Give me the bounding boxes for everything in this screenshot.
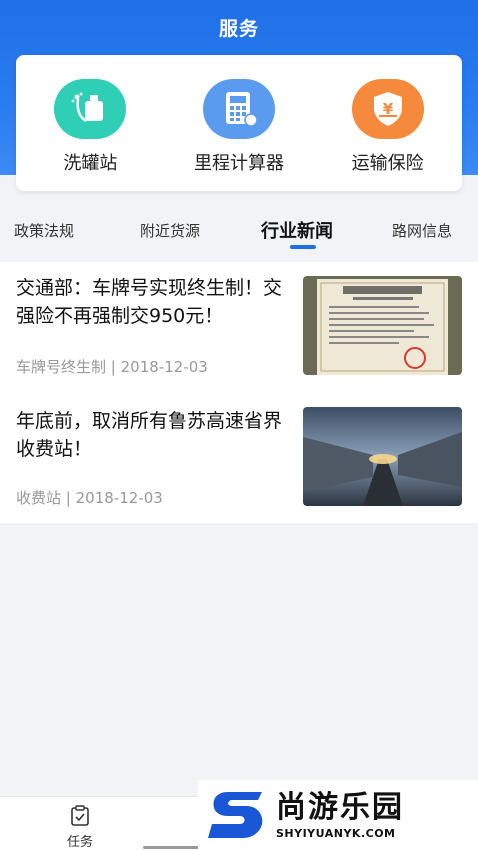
services-card: 洗罐站 里程计算器 ¥ 运输保险: [16, 55, 462, 191]
news-tabs: 政策法规 附近货源 行业新闻 路网信息: [0, 208, 478, 256]
service-label: 洗罐站: [63, 153, 118, 174]
nav-task-label: 任务: [66, 835, 93, 850]
task-clipboard-icon: [71, 805, 89, 826]
news-date: 2018-12-03: [75, 489, 163, 507]
news-date: 2018-12-03: [120, 358, 208, 376]
news-thumbnail-certificate: [303, 276, 462, 375]
news-tag: 车牌号终生制: [16, 358, 107, 376]
tab-policy[interactable]: 政策法规: [14, 220, 74, 241]
watermark-s-logo: [208, 792, 263, 838]
watermark: 尚游乐园 SHYIYUANYK.COM: [198, 780, 478, 850]
active-tab-indicator: [290, 245, 316, 249]
news-item[interactable]: 年底前，取消所有鲁苏高速省界收费站！ 收费站 | 2018-12-03: [0, 395, 478, 523]
watermark-cn: 尚游乐园: [276, 789, 404, 825]
news-meta: 收费站 | 2018-12-03: [16, 487, 163, 508]
service-label: 运输保险: [351, 153, 424, 174]
news-tag: 收费站: [16, 489, 62, 507]
calculator-icon: [202, 79, 275, 139]
meta-separator: |: [61, 489, 76, 507]
watermark-en: SHYIYUANYK.COM: [276, 826, 396, 840]
news-list: 交通部：车牌号实现终生制！交强险不再强制交950元！ 车牌号终生制 | 2018…: [0, 262, 478, 523]
news-meta: 车牌号终生制 | 2018-12-03: [16, 356, 208, 377]
news-title: 年底前，取消所有鲁苏高速省界收费站！: [16, 410, 283, 460]
news-title: 交通部：车牌号实现终生制！交强险不再强制交950元！: [16, 277, 283, 327]
service-wash-tank[interactable]: 洗罐站: [20, 79, 160, 175]
page-title: 服务: [218, 18, 259, 40]
news-item[interactable]: 交通部：车牌号实现终生制！交强险不再强制交950元！ 车牌号终生制 | 2018…: [0, 262, 478, 395]
home-indicator: [143, 846, 199, 849]
nav-task[interactable]: 任务: [56, 805, 104, 850]
service-transport-insurance[interactable]: ¥ 运输保险: [318, 79, 458, 175]
tab-nearby-cargo[interactable]: 附近货源: [140, 220, 200, 241]
meta-separator: |: [106, 358, 121, 376]
tab-industry-news[interactable]: 行业新闻: [261, 217, 333, 243]
news-thumbnail-highway: [303, 407, 462, 506]
wash-tank-icon: [54, 79, 127, 139]
insurance-shield-icon: ¥: [351, 79, 424, 139]
tab-road-info[interactable]: 路网信息: [392, 220, 452, 241]
service-mileage-calculator[interactable]: 里程计算器: [169, 79, 309, 175]
service-label: 里程计算器: [193, 153, 284, 174]
